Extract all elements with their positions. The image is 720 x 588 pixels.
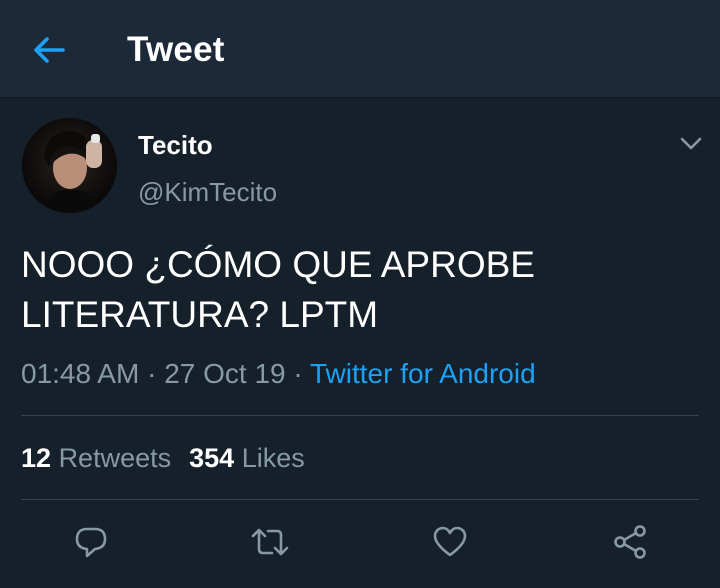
share-button[interactable] — [610, 522, 650, 562]
profile-photo — [22, 118, 117, 213]
reply-button[interactable] — [71, 522, 111, 562]
meta-separator: · — [147, 358, 157, 389]
likes-count: 354 — [189, 443, 235, 473]
engagement-stats: 12 Retweets 354 Likes — [21, 443, 305, 474]
retweets-stat[interactable]: 12 Retweets — [21, 443, 171, 473]
author-name[interactable]: Tecito — [138, 130, 213, 161]
tweet-options-button[interactable] — [676, 132, 706, 156]
top-app-bar: Tweet — [0, 0, 720, 98]
back-button[interactable] — [28, 30, 70, 70]
meta-separator: · — [293, 358, 303, 389]
divider — [21, 499, 699, 500]
retweet-icon — [251, 528, 289, 556]
retweet-button[interactable] — [250, 522, 290, 562]
divider — [21, 415, 699, 416]
heart-icon — [433, 526, 467, 557]
like-button[interactable] — [430, 522, 470, 562]
tweet-detail-screen: Tweet Tecito @KimTecito NOOO ¿CÓMO QUE A… — [0, 0, 720, 588]
share-icon — [614, 525, 646, 559]
tweet-date: 27 Oct 19 — [164, 358, 286, 389]
tweet-source-link[interactable]: Twitter for Android — [310, 358, 536, 389]
tweet-metadata: 01:48 AM · 27 Oct 19 · Twitter for Andro… — [21, 358, 536, 390]
chevron-down-icon — [680, 137, 702, 150]
author-handle[interactable]: @KimTecito — [138, 177, 277, 208]
avatar[interactable] — [22, 118, 117, 213]
tweet-time: 01:48 AM — [21, 358, 140, 389]
retweets-label: Retweets — [58, 443, 172, 473]
arrow-left-icon — [34, 37, 65, 63]
tweet-text: NOOO ¿CÓMO QUE APROBE LITERATURA? LPTM — [21, 244, 535, 335]
retweets-count: 12 — [21, 443, 52, 473]
page-title: Tweet — [127, 30, 225, 69]
likes-stat[interactable]: 354 Likes — [189, 443, 305, 473]
reply-icon — [75, 527, 107, 558]
likes-label: Likes — [241, 443, 305, 473]
